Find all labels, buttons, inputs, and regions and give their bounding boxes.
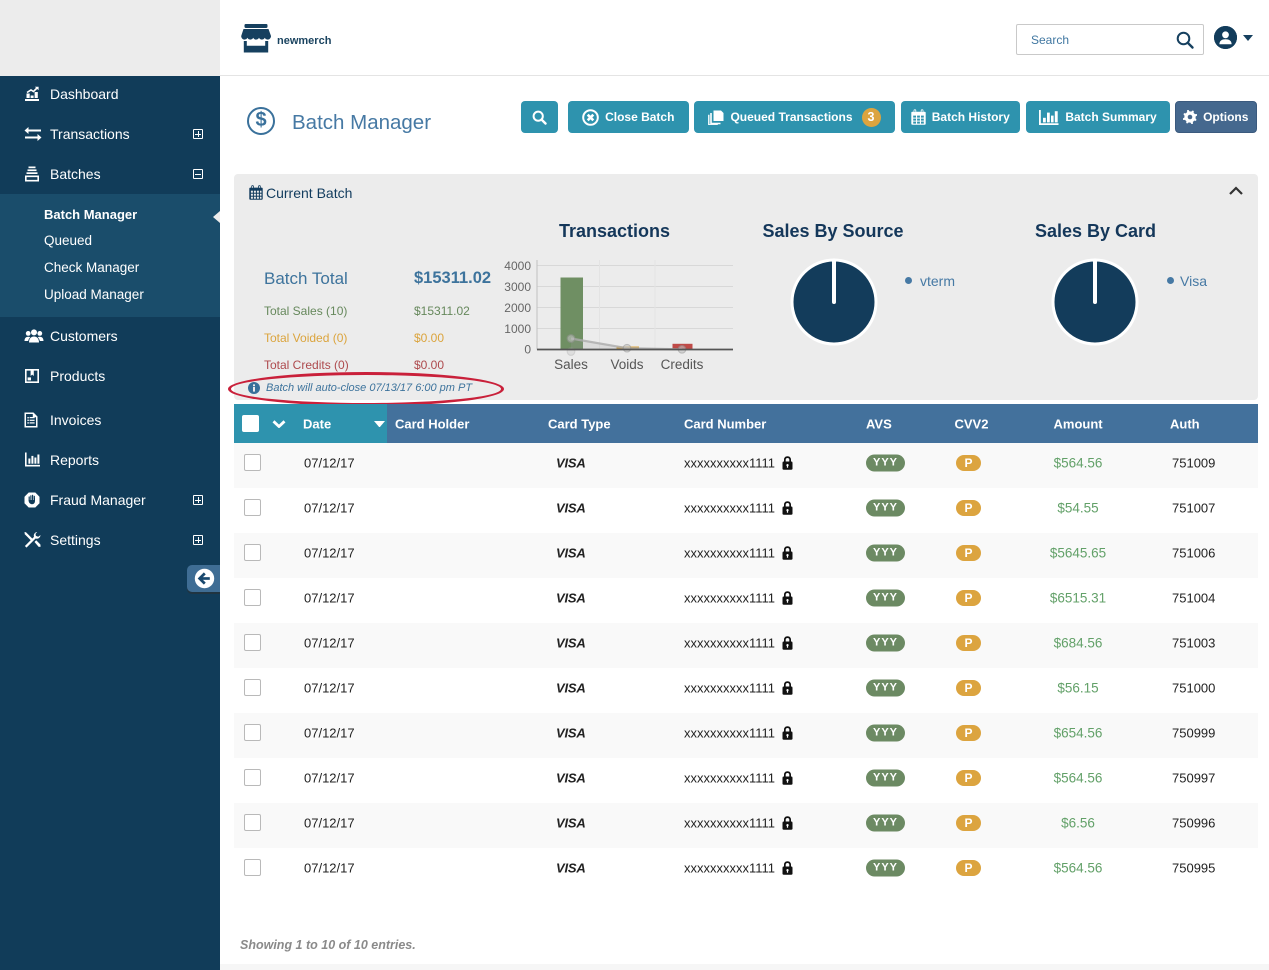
svg-text:Credits: Credits [661,357,704,372]
svg-text:1000: 1000 [504,322,531,336]
svg-text:2000: 2000 [504,301,531,315]
svg-text:4000: 4000 [504,259,531,273]
svg-text:0: 0 [524,343,531,357]
svg-text:3000: 3000 [504,280,531,294]
svg-text:Voids: Voids [610,357,643,372]
svg-text:Sales: Sales [554,357,588,372]
